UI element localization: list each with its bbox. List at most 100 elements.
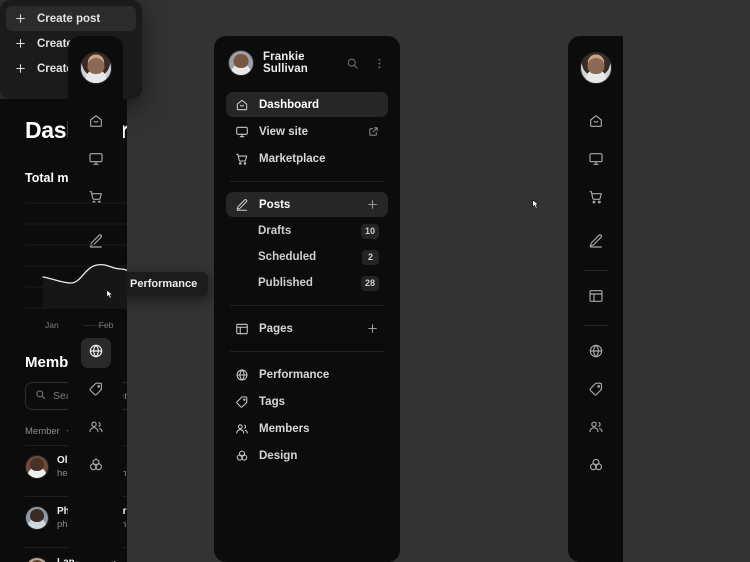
right-icon-rail (568, 36, 623, 562)
layout-icon (588, 288, 604, 309)
nav-subitem-published[interactable]: Published 28 (226, 271, 388, 295)
tooltip-label: Performance (130, 278, 197, 290)
rail-item-marketplace[interactable] (581, 184, 611, 214)
rail-item-home[interactable] (581, 108, 611, 138)
design-icon (235, 449, 249, 463)
cart-icon (235, 152, 249, 166)
performance-icon (88, 343, 104, 364)
divider (230, 305, 384, 306)
avatar (25, 506, 49, 530)
rail-item-performance[interactable] (581, 338, 611, 368)
divider (230, 351, 384, 352)
members-icon (88, 419, 104, 440)
members-icon (588, 419, 604, 440)
more-vertical-icon[interactable] (373, 57, 386, 70)
count-badge: 28 (361, 276, 379, 291)
mouse-cursor-dropdown (529, 198, 542, 215)
nav-header: Frankie Sullivan (226, 50, 388, 76)
nav-item-design[interactable]: Design (226, 443, 388, 468)
divider (230, 181, 384, 182)
rail-item-pages[interactable] (581, 283, 611, 313)
plus-icon[interactable] (366, 198, 379, 211)
x-tick-label: Jan (45, 320, 59, 330)
tag-icon (235, 395, 249, 409)
app-root: Performance Frankie Sullivan Dashboard V… (0, 0, 750, 562)
design-icon (88, 457, 104, 478)
cart-icon (588, 189, 604, 210)
nav-subitem-label: Scheduled (258, 251, 362, 263)
plus-icon (14, 12, 27, 25)
search-icon[interactable] (346, 57, 359, 70)
avatar (25, 557, 49, 562)
nav-item-members[interactable]: Members (226, 416, 388, 441)
nav-item-label: Design (259, 450, 379, 462)
performance-icon (235, 368, 249, 382)
members-icon (235, 422, 249, 436)
column-label: Member (25, 426, 60, 437)
rail-item-tags[interactable] (81, 376, 111, 406)
home-icon (88, 113, 104, 134)
navigation-panel: Frankie Sullivan Dashboard View site (214, 36, 400, 562)
pencil-icon (588, 233, 604, 254)
nav-item-label: Tags (259, 396, 379, 408)
divider (583, 325, 609, 326)
nav-subitem-drafts[interactable]: Drafts 10 (226, 219, 388, 243)
rail-item-view-site[interactable] (581, 146, 611, 176)
rail-item-design[interactable] (581, 452, 611, 482)
avatar (25, 455, 49, 479)
rail-item-posts[interactable] (581, 228, 611, 258)
count-badge: 10 (361, 224, 379, 239)
avatar[interactable] (580, 52, 612, 84)
chart-svg (25, 195, 127, 317)
monitor-icon (588, 151, 604, 172)
search-icon (35, 389, 46, 403)
divider (583, 270, 609, 271)
avatar[interactable] (228, 50, 254, 76)
monitor-icon (88, 151, 104, 172)
external-link-icon (368, 126, 379, 137)
nav-item-label: Marketplace (259, 153, 379, 165)
chart-area-fill (43, 265, 127, 308)
nav-subitem-label: Drafts (258, 225, 361, 237)
home-icon (235, 98, 249, 112)
plus-icon (14, 37, 27, 50)
performance-icon (588, 343, 604, 364)
nav-item-label: Pages (259, 323, 356, 335)
nav-subitem-scheduled[interactable]: Scheduled 2 (226, 245, 388, 269)
total-members-chart: Jan Feb (25, 195, 127, 330)
rail-item-design[interactable] (81, 452, 111, 482)
nav-item-label: Performance (259, 369, 379, 381)
user-name: Frankie Sullivan (263, 51, 337, 75)
home-icon (588, 113, 604, 134)
tag-icon (88, 381, 104, 402)
menu-item-label: Create post (37, 13, 100, 25)
pencil-icon (235, 198, 249, 212)
rail-item-performance[interactable] (81, 338, 111, 368)
nav-subitem-label: Published (258, 277, 361, 289)
nav-item-marketplace[interactable]: Marketplace (226, 146, 388, 171)
nav-item-tags[interactable]: Tags (226, 389, 388, 414)
x-tick-label: Feb (99, 320, 114, 330)
nav-item-view-site[interactable]: View site (226, 119, 388, 144)
avatar[interactable] (80, 52, 112, 84)
rail-item-members[interactable] (581, 414, 611, 444)
nav-item-dashboard[interactable]: Dashboard (226, 92, 388, 117)
nav-item-label: Posts (259, 199, 356, 211)
rail-item-members[interactable] (81, 414, 111, 444)
layout-icon (235, 322, 249, 336)
nav-item-label: Members (259, 423, 379, 435)
chart-x-axis: Jan Feb (25, 320, 127, 330)
menu-item-create-post[interactable]: Create post (6, 6, 136, 31)
nav-item-performance[interactable]: Performance (226, 362, 388, 387)
tag-icon (588, 381, 604, 402)
count-badge: 2 (362, 250, 379, 265)
nav-item-label: Dashboard (259, 99, 379, 111)
rail-item-home[interactable] (81, 108, 111, 138)
nav-item-pages[interactable]: Pages (226, 316, 388, 341)
nav-item-posts[interactable]: Posts (226, 192, 388, 217)
nav-item-label: View site (259, 126, 358, 138)
plus-icon[interactable] (366, 322, 379, 335)
rail-item-tags[interactable] (581, 376, 611, 406)
rail-item-view-site[interactable] (81, 146, 111, 176)
design-icon (588, 457, 604, 478)
